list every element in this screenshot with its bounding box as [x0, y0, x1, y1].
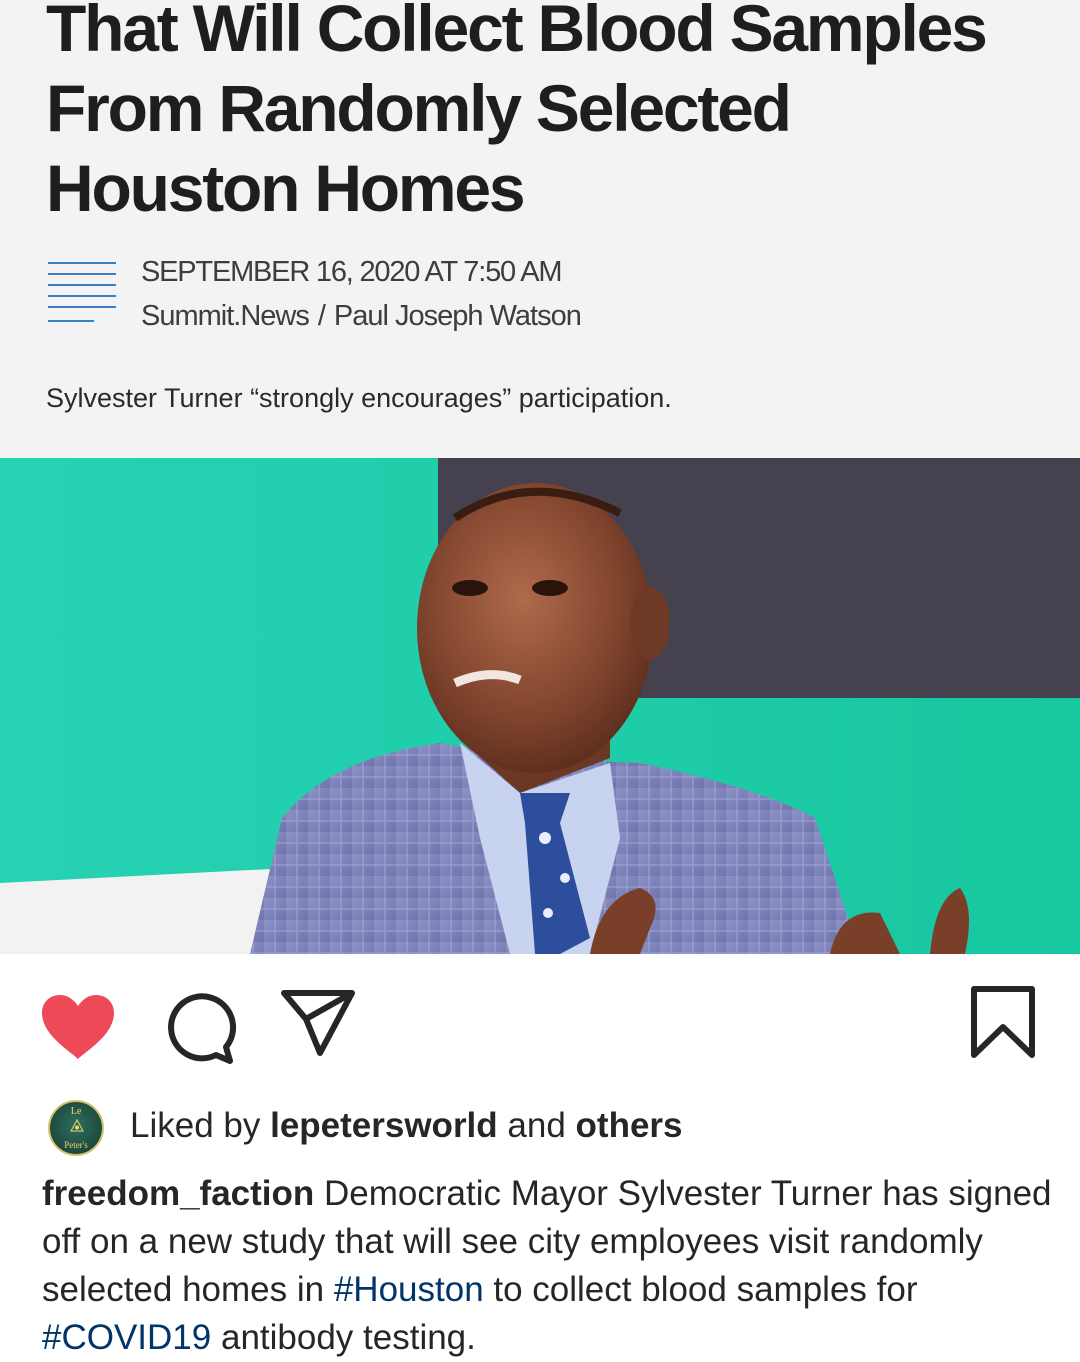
liked-others-link[interactable]: others — [576, 1106, 683, 1145]
paper-plane-icon — [281, 990, 355, 1056]
headline-line: That Will Collect Blood Samples — [46, 0, 988, 65]
heart-icon — [42, 995, 114, 1059]
byline-separator: / — [317, 300, 326, 332]
headline-line: Houston Homes — [46, 151, 526, 225]
hashtag-link[interactable]: #COVID19 — [42, 1318, 211, 1357]
like-button[interactable] — [40, 993, 116, 1061]
caption-text: to collect blood samples for — [483, 1270, 918, 1309]
avatar-top-text: Le — [70, 1106, 82, 1117]
hashtag-link[interactable]: #Houston — [334, 1270, 484, 1309]
liked-by-text: Liked by lepetersworld and others — [130, 1106, 683, 1146]
article-headline: That Will Collect Blood Samples From Ran… — [46, 0, 1056, 228]
caption-text: antibody testing. — [211, 1318, 476, 1357]
liked-prefix: Liked by — [130, 1106, 271, 1145]
liked-mid: and — [497, 1106, 576, 1145]
article-date: SEPTEMBER 16, 2020 AT 7:50 AM — [141, 256, 563, 288]
avatar[interactable]: Le Peter's — [48, 1100, 104, 1156]
headline-line: From Randomly Selected — [46, 71, 792, 145]
caption-username[interactable]: freedom_faction — [42, 1174, 314, 1213]
post-action-bar — [0, 955, 1080, 1085]
article-byline: Summit.News / Paul Joseph Watson — [141, 300, 582, 333]
article-photo — [0, 458, 1080, 954]
lines-icon — [48, 262, 116, 328]
article-source[interactable]: Summit.News — [141, 300, 310, 332]
eye-icon — [70, 1119, 84, 1132]
avatar-bottom-text: Peter's — [64, 1140, 88, 1150]
comment-button[interactable] — [162, 991, 237, 1065]
article-header: That Will Collect Blood Samples From Ran… — [0, 0, 1080, 458]
likes-summary: Le Peter's Liked by lepetersworld and ot… — [48, 1100, 1048, 1156]
comment-icon — [168, 993, 237, 1064]
share-button[interactable] — [280, 989, 356, 1057]
article-author[interactable]: Paul Joseph Watson — [334, 300, 582, 332]
save-button[interactable] — [970, 985, 1036, 1059]
liked-by-username[interactable]: lepetersworld — [270, 1106, 498, 1145]
bookmark-icon — [971, 986, 1035, 1058]
article-subtitle: Sylvester Turner “strongly encourages” p… — [46, 383, 672, 413]
post-caption: freedom_faction Democratic Mayor Sylvest… — [42, 1170, 1052, 1362]
